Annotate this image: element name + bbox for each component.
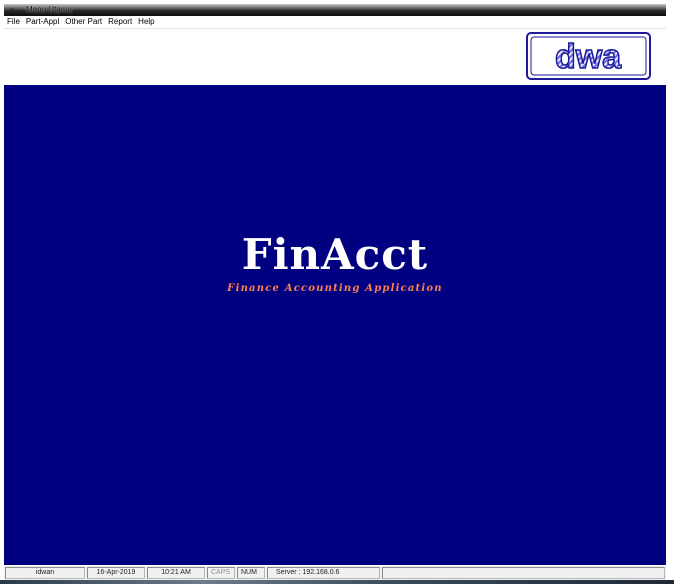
- app-subtitle: Finance Accounting Application: [227, 283, 443, 294]
- menu-report[interactable]: Report: [105, 16, 135, 28]
- menu-file[interactable]: File: [4, 16, 23, 28]
- menu-part-appl[interactable]: Part-Appl: [23, 16, 62, 28]
- menu-other-part[interactable]: Other Part: [62, 16, 105, 28]
- status-empty-panel: [382, 567, 665, 579]
- status-time: 10:21 AM: [147, 567, 205, 579]
- app-title: FinAcct: [241, 230, 429, 279]
- header-band: dwa: [4, 29, 666, 85]
- status-user: idwan: [5, 567, 85, 579]
- window-title: Menu Utama: [26, 5, 72, 14]
- logo-text: dwa: [555, 38, 622, 76]
- status-num: NUM: [237, 567, 265, 579]
- menu-help[interactable]: Help: [135, 16, 157, 28]
- dwa-logo: dwa: [526, 32, 651, 80]
- status-bar: idwan 16-Apr-2019 10:21 AM CAPS NUM Serv…: [4, 566, 666, 580]
- app-glyph-icon[interactable]: ⌂: [7, 5, 17, 15]
- status-date: 16-Apr-2019: [87, 567, 145, 579]
- status-caps: CAPS: [207, 567, 235, 579]
- status-server: Server : 192.168.0.6: [267, 567, 380, 579]
- title-bar: ⌂ Menu Utama: [4, 4, 666, 16]
- taskbar-edge: [0, 580, 674, 584]
- main-content-area: FinAcct Finance Accounting Application: [4, 85, 666, 565]
- menu-bar: File Part-Appl Other Part Report Help: [4, 16, 666, 29]
